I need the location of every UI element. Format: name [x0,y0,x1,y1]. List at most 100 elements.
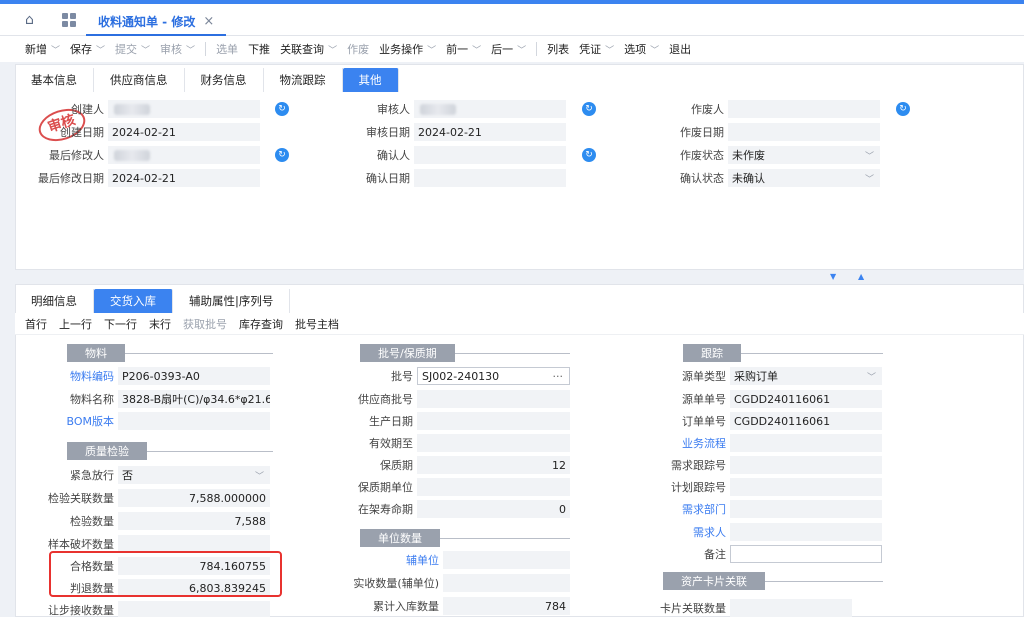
toolbar-button[interactable]: 下推 [248,41,270,57]
asset-group-header: 资产卡片关联 [663,572,883,590]
concession-field[interactable] [118,601,270,617]
aux-unit-field[interactable] [443,551,570,569]
document-tab[interactable]: 收料通知单 - 修改 × [86,8,227,36]
toolbar-button[interactable]: 作废 [347,41,369,57]
last-modify-date-field[interactable]: 2024-02-21 [108,169,260,187]
confirm-status-select[interactable]: 未确认 ﹀ [728,169,880,187]
produce-date-field[interactable] [417,412,570,430]
toolbar-button[interactable]: 凭证 ﹀ [579,41,614,57]
material-code-field[interactable]: P206-0393-A0 [118,367,270,385]
toolbar-button[interactable]: 业务操作 ﹀ [379,41,436,57]
confirmer-field[interactable] [414,146,566,164]
detail-tab[interactable]: 辅助属性|序列号 [173,289,291,313]
material-name-field[interactable]: 3828-B扇叶(C)/φ34.6*φ21.6* [118,390,270,408]
refresh-icon[interactable]: ↻ [582,102,596,116]
creator-field[interactable] [108,100,260,118]
apps-grid-icon[interactable] [62,13,76,27]
shelf-life-field[interactable]: 12 [417,456,570,474]
chevron-down-icon: ﹀ [472,45,482,56]
collapse-down-icon[interactable]: ▼ [830,272,836,281]
close-icon[interactable]: × [203,14,214,29]
toolbar-button[interactable]: 前一 ﹀ [446,41,481,57]
header-tab[interactable]: 财务信息 [185,68,264,92]
produce-date-row: 生产日期 [340,412,570,430]
toolbar-button[interactable]: 退出 [669,41,691,57]
approver-field[interactable] [414,100,566,118]
header-tab[interactable]: 基本信息 [15,68,94,92]
creator-row: 创建人 [20,100,260,118]
voider-field[interactable] [728,100,880,118]
detail-toolbar-button[interactable]: 首行 [25,316,47,332]
toolbar-button[interactable]: 后一 ﹀ [491,41,526,57]
void-status-select[interactable]: 未作废 ﹀ [728,146,880,164]
aux-unit-label[interactable]: 辅单位 [340,552,443,568]
more-icon[interactable]: ··· [553,370,564,383]
detail-toolbar-button[interactable]: 上一行 [59,316,92,332]
quality-group-title: 质量检验 [67,442,147,460]
inspect-qty-field[interactable]: 7,588 [118,512,270,530]
refresh-icon[interactable]: ↻ [275,148,289,162]
approve-date-field[interactable]: 2024-02-21 [414,123,566,141]
refresh-icon[interactable]: ↻ [582,148,596,162]
material-code-label[interactable]: 物料编码 [20,368,118,384]
refresh-icon[interactable]: ↻ [896,102,910,116]
toolbar-button[interactable]: 列表 [547,41,569,57]
void-date-field[interactable] [728,123,880,141]
src-type-select[interactable]: 采购订单 ﹀ [730,367,882,385]
toolbar-button-label: 选项 [624,43,647,56]
chevron-down-icon: ﹀ [864,174,874,185]
chevron-down-icon: ﹀ [866,372,876,383]
src-type-value: 采购订单 [734,370,778,383]
detail-toolbar-button[interactable]: 末行 [149,316,171,332]
collapse-up-icon[interactable]: ▲ [858,272,864,281]
toolbar-button[interactable]: 选单 [216,41,238,57]
header-tab[interactable]: 供应商信息 [94,68,185,92]
detail-tab[interactable]: 明细信息 [15,289,94,313]
shelf-unit-label: 保质期单位 [358,481,413,494]
toolbar-button[interactable]: 关联查询 ﹀ [280,41,337,57]
bom-version-field[interactable] [118,412,270,430]
toolbar-button-label: 凭证 [579,43,602,56]
accum-in-field[interactable]: 784 [443,597,570,615]
detail-toolbar-button[interactable]: 库存查询 [239,316,283,332]
plan-track-field[interactable] [730,478,882,496]
supplier-lot-field[interactable] [417,390,570,408]
toolbar-button[interactable]: 审核 ﹀ [160,41,195,57]
toolbar-button[interactable]: 新增 ﹀ [25,41,60,57]
refresh-icon[interactable]: ↻ [275,102,289,116]
inspect-linked-field[interactable]: 7,588.000000 [118,489,270,507]
biz-flow-field[interactable] [730,434,882,452]
urgent-release-select[interactable]: 否 ﹀ [118,466,270,484]
src-no-field[interactable]: CGDD240116061 [730,390,882,408]
remark-input[interactable] [730,545,882,563]
remaining-life-field[interactable]: 0 [417,500,570,518]
bom-version-label[interactable]: BOM版本 [20,413,118,429]
detail-tab[interactable]: 交货入库 [94,289,173,313]
confirm-date-field[interactable] [414,169,566,187]
demander-field[interactable] [730,523,882,541]
order-no-field[interactable]: CGDD240116061 [730,412,882,430]
demand-dept-field[interactable] [730,500,882,518]
header-tab[interactable]: 其他 [342,68,399,92]
demander-label[interactable]: 需求人 [640,524,730,540]
toolbar-button[interactable]: 选项 ﹀ [624,41,659,57]
detail-toolbar-button[interactable]: 获取批号 [183,316,227,332]
header-tab[interactable]: 物流跟踪 [264,68,343,92]
biz-flow-label[interactable]: 业务流程 [640,435,730,451]
detail-toolbar-button[interactable]: 批号主档 [295,316,339,332]
detail-toolbar-button[interactable]: 下一行 [104,316,137,332]
shelf-unit-field[interactable] [417,478,570,496]
demand-track-field[interactable] [730,456,882,474]
demand-dept-label[interactable]: 需求部门 [640,501,730,517]
card-qty-field[interactable] [730,599,852,617]
home-icon[interactable]: ⌂ [25,13,41,27]
plan-track-row: 计划跟踪号 [640,478,882,496]
toolbar-button[interactable]: 提交 ﹀ [115,41,150,57]
toolbar-button[interactable]: 保存 ﹀ [70,41,105,57]
lot-field[interactable]: SJ002-240130 ··· [417,367,570,385]
create-date-field[interactable]: 2024-02-21 [108,123,260,141]
received-aux-field[interactable] [443,574,570,592]
last-modifier-field[interactable] [108,146,260,164]
expiry-field[interactable] [417,434,570,452]
received-aux-label: 实收数量(辅单位) [353,577,439,590]
